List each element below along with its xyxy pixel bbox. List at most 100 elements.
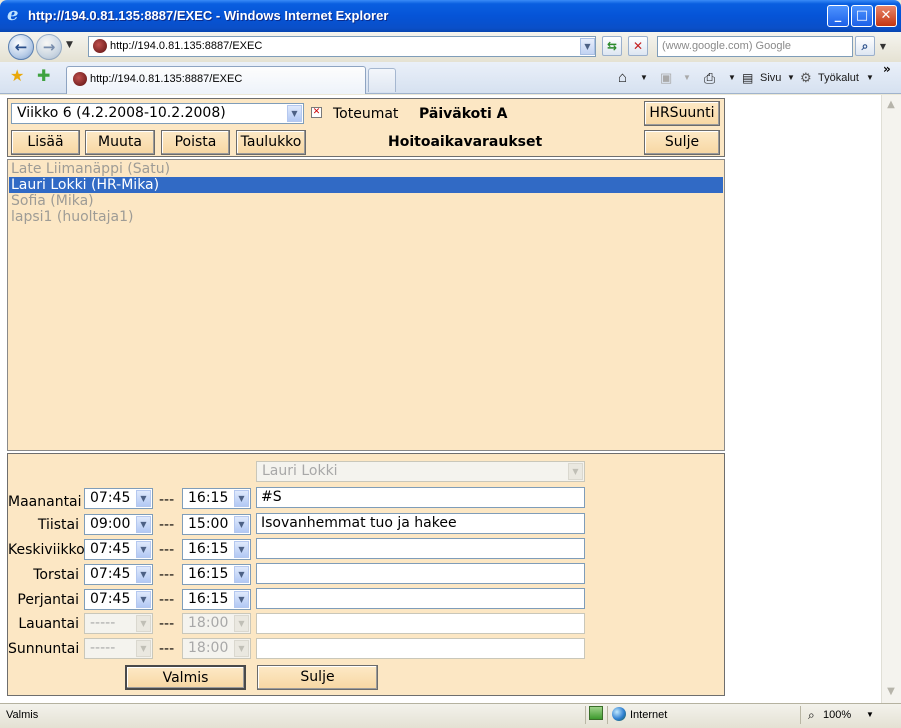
day-label-sunday: Sunnuntai	[8, 641, 80, 657]
table-button[interactable]: Taulukko	[236, 130, 306, 155]
print-icon[interactable]: ⎙	[704, 68, 715, 88]
chevron-down-icon[interactable]: ▼	[136, 640, 151, 657]
tuesday-start-select[interactable]: 09:00 ▼	[84, 514, 153, 535]
chevron-down-icon[interactable]: ▼	[234, 566, 249, 583]
list-item-selected[interactable]: Lauri Lokki (HR-Mika)	[9, 177, 723, 193]
monday-end-select[interactable]: 16:15 ▼	[182, 488, 251, 509]
toteumat-checkbox[interactable]: ✕	[311, 107, 322, 118]
search-icon[interactable]: ⌕	[855, 36, 875, 56]
saturday-note-input[interactable]	[256, 613, 585, 634]
add-button[interactable]: Lisää	[11, 130, 80, 155]
page-menu-dropdown-icon[interactable]: ▼	[787, 68, 795, 88]
toolbar-overflow-icon[interactable]: »	[883, 62, 891, 76]
status-text: Valmis	[6, 709, 39, 721]
thursday-end-select[interactable]: 16:15 ▼	[182, 564, 251, 585]
toteumat-label: Toteumat	[333, 106, 399, 122]
feeds-dropdown-icon[interactable]: ▼	[683, 68, 691, 88]
thursday-note-input[interactable]	[256, 563, 585, 584]
week-select[interactable]: Viikko 6 (4.2.2008-10.2.2008) ▼	[11, 103, 304, 124]
tools-menu[interactable]: Työkalut	[818, 68, 859, 88]
chevron-down-icon[interactable]: ▼	[234, 516, 249, 533]
list-item[interactable]: Late Liimanäppi (Satu)	[9, 161, 723, 177]
vertical-scrollbar[interactable]	[881, 95, 901, 703]
chevron-down-icon[interactable]: ▼	[136, 490, 151, 507]
saturday-end-select[interactable]: 18:00 ▼	[182, 613, 251, 634]
search-placeholder: (www.google.com) Google	[662, 40, 792, 52]
page-menu[interactable]: Sivu	[760, 68, 781, 88]
page-menu-icon: ▤	[742, 71, 754, 85]
monday-start-select[interactable]: 07:45 ▼	[84, 488, 153, 509]
chevron-down-icon[interactable]: ▼	[287, 105, 302, 122]
monday-end-value: 16:15	[188, 490, 229, 506]
add-favorites-icon[interactable]: ✚	[37, 67, 50, 85]
tuesday-note-input[interactable]: Isovanhemmat tuo ja hakee	[256, 513, 585, 534]
chevron-down-icon[interactable]: ▼	[136, 516, 151, 533]
list-item[interactable]: Sofia (Mika)	[9, 193, 723, 209]
monday-note-input[interactable]: #S	[256, 487, 585, 508]
zoom-level[interactable]: 100%	[823, 708, 851, 722]
tools-menu-dropdown-icon[interactable]: ▼	[866, 68, 874, 88]
internet-zone-globe-icon	[612, 707, 626, 721]
maximize-button[interactable]: □	[851, 5, 873, 27]
search-options-dropdown-icon[interactable]: ▼	[876, 37, 890, 56]
home-dropdown-icon[interactable]: ▼	[640, 68, 648, 88]
wednesday-end-select[interactable]: 16:15 ▼	[182, 539, 251, 560]
chevron-down-icon[interactable]: ▼	[136, 566, 151, 583]
sunday-start-select[interactable]: ----- ▼	[84, 638, 153, 659]
friday-start-value: 07:45	[90, 591, 131, 607]
forward-button[interactable]: →	[36, 34, 62, 60]
friday-note-input[interactable]	[256, 588, 585, 609]
wednesday-start-value: 07:45	[90, 541, 131, 557]
wednesday-note-input[interactable]	[256, 538, 585, 559]
friday-start-select[interactable]: 07:45 ▼	[84, 589, 153, 610]
zoom-magnifier-icon[interactable]: ⌕	[808, 708, 815, 722]
close-window-button[interactable]: ✕	[875, 5, 897, 27]
friday-end-select[interactable]: 16:15 ▼	[182, 589, 251, 610]
sunday-end-select[interactable]: 18:00 ▼	[182, 638, 251, 659]
chevron-down-icon[interactable]: ▼	[234, 615, 249, 632]
sunday-note-input[interactable]	[256, 638, 585, 659]
child-select[interactable]: Lauri Lokki ▼	[256, 461, 585, 482]
back-button[interactable]: ←	[8, 34, 34, 60]
done-button[interactable]: Valmis	[125, 665, 246, 690]
chevron-down-icon[interactable]: ▼	[234, 591, 249, 608]
chevron-down-icon[interactable]: ▼	[136, 615, 151, 632]
minimize-button[interactable]: _	[827, 5, 849, 27]
new-tab-button[interactable]	[368, 68, 396, 92]
home-icon[interactable]: ⌂	[618, 68, 627, 88]
saturday-start-select[interactable]: ----- ▼	[84, 613, 153, 634]
chevron-down-icon[interactable]: ▼	[234, 541, 249, 558]
chevron-down-icon[interactable]: ▼	[136, 541, 151, 558]
hr-button[interactable]: HRSuunti	[644, 101, 720, 126]
tools-gear-icon: ⚙	[800, 70, 812, 85]
scroll-up-arrow-icon[interactable]: ▲	[883, 97, 899, 113]
tab-title: http://194.0.81.135:8887/EXEC	[90, 73, 243, 85]
edit-button[interactable]: Muuta	[85, 130, 155, 155]
delete-button[interactable]: Poista	[161, 130, 230, 155]
refresh-icon[interactable]: ⇆	[602, 36, 622, 56]
time-separator: ---	[159, 641, 175, 657]
address-text: http://194.0.81.135:8887/EXEC	[110, 40, 263, 52]
recent-pages-dropdown-icon[interactable]: ▼	[66, 39, 73, 51]
chevron-down-icon[interactable]: ▼	[568, 463, 583, 480]
monday-start-value: 07:45	[90, 490, 131, 506]
zoom-dropdown-icon[interactable]: ▼	[866, 708, 874, 722]
tuesday-end-select[interactable]: 15:00 ▼	[182, 514, 251, 535]
wednesday-start-select[interactable]: 07:45 ▼	[84, 539, 153, 560]
list-item[interactable]: lapsi1 (huoltaja1)	[9, 209, 723, 225]
chevron-down-icon[interactable]: ▼	[234, 640, 249, 657]
scroll-down-arrow-icon[interactable]: ▼	[883, 684, 899, 700]
feeds-icon[interactable]: ▣	[660, 68, 672, 88]
saturday-start-value: -----	[90, 615, 116, 631]
favorites-star-icon[interactable]: ★	[10, 67, 24, 85]
stop-icon[interactable]: ✕	[628, 36, 648, 56]
print-dropdown-icon[interactable]: ▼	[728, 68, 736, 88]
status-divider	[607, 706, 608, 724]
chevron-down-icon[interactable]: ▼	[234, 490, 249, 507]
address-dropdown-icon[interactable]: ▼	[580, 38, 595, 55]
close-bottom-button[interactable]: Sulje	[257, 665, 378, 690]
close-top-button[interactable]: Sulje	[644, 130, 720, 155]
chevron-down-icon[interactable]: ▼	[136, 591, 151, 608]
thursday-start-select[interactable]: 07:45 ▼	[84, 564, 153, 585]
site-favicon-icon	[93, 39, 107, 53]
